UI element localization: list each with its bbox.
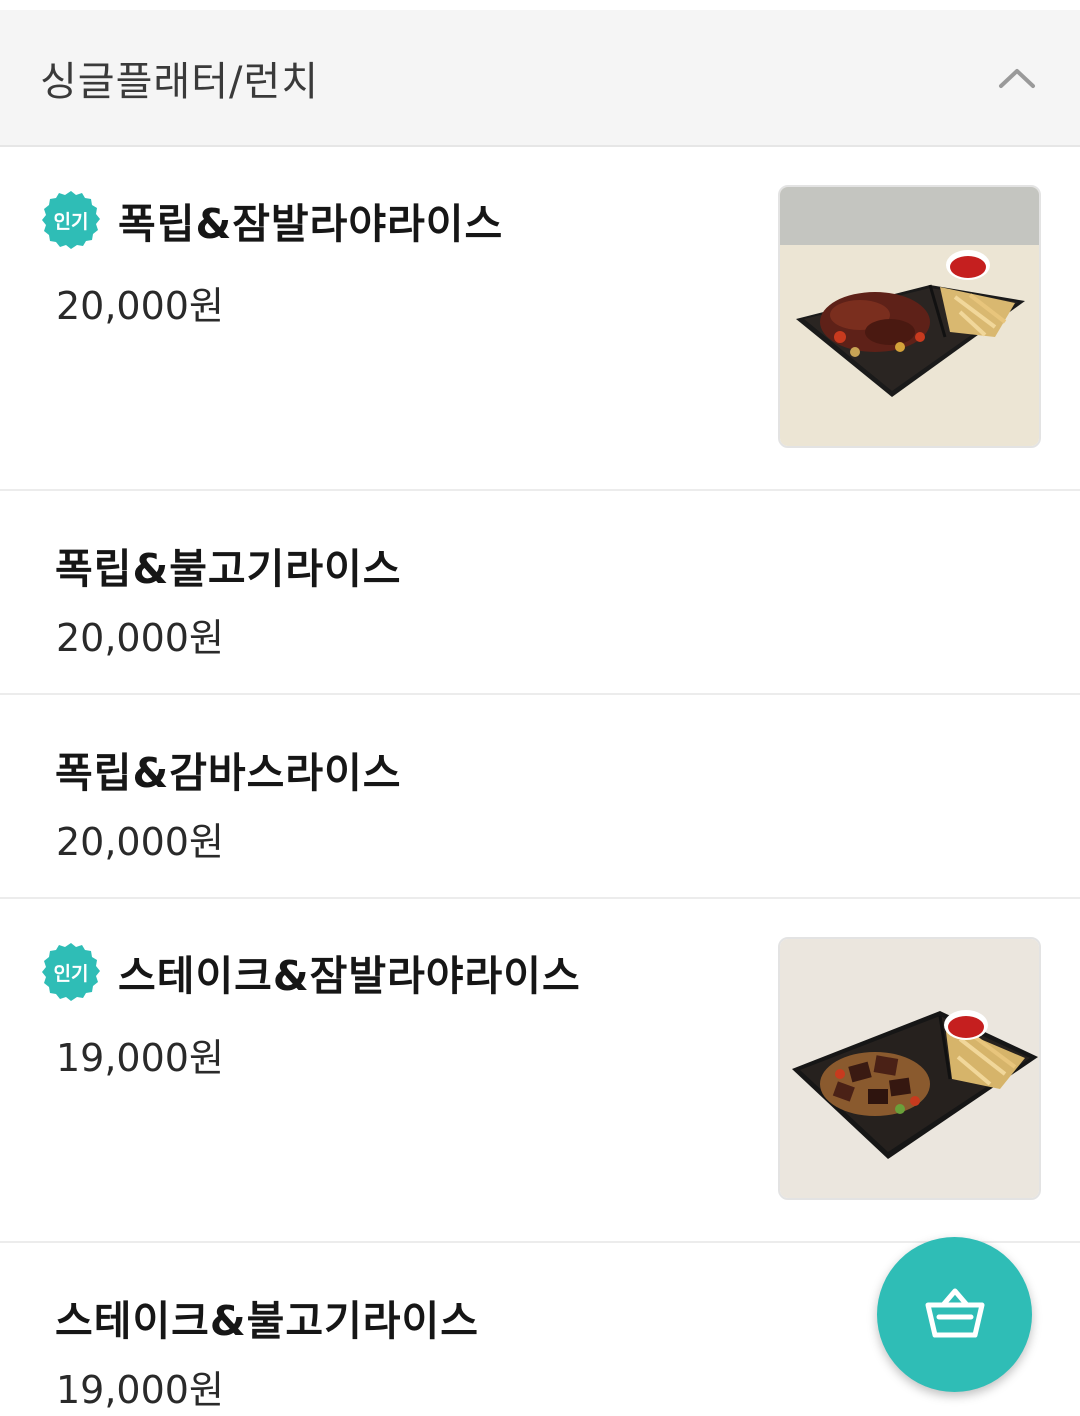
menu-item-name-row: 인기 폭립&잠발라야라이스 [40, 189, 503, 251]
chevron-up-icon[interactable] [994, 63, 1040, 93]
cart-button[interactable] [877, 1237, 1032, 1392]
badge-label: 인기 [53, 210, 89, 233]
menu-item[interactable]: 인기 폭립&잠발라야라이스 20,000원 [0, 147, 1080, 491]
menu-item-price: 20,000원 [56, 820, 224, 864]
menu-list: 인기 폭립&잠발라야라이스 20,000원 폭립&불고기라이스 20,000원 … [0, 147, 1080, 1416]
menu-item-price: 20,000원 [56, 284, 224, 328]
menu-item-photo[interactable] [778, 185, 1041, 448]
menu-item-name: 폭립&잠발라야라이스 [118, 200, 504, 248]
menu-item-name-row: 인기 스테이크&잠발라야라이스 [40, 941, 581, 1003]
menu-item-name-row: 폭립&불고기라이스 [55, 535, 402, 595]
menu-item-name: 폭립&감바스라이스 [55, 749, 402, 797]
menu-item-name: 스테이크&불고기라이스 [55, 1297, 479, 1345]
menu-item[interactable]: 폭립&불고기라이스 20,000원 [0, 491, 1080, 695]
category-title: 싱글플래터/런치 [40, 58, 320, 105]
menu-item-price: 19,000원 [56, 1036, 224, 1080]
menu-item-price: 19,000원 [56, 1368, 224, 1412]
basket-icon [923, 1285, 987, 1345]
popular-badge: 인기 [40, 941, 102, 1003]
top-gap [0, 0, 1080, 10]
menu-item-photo[interactable] [778, 937, 1041, 1200]
popular-badge: 인기 [40, 189, 102, 251]
menu-item-name-row: 폭립&감바스라이스 [55, 739, 402, 799]
menu-item[interactable]: 폭립&감바스라이스 20,000원 [0, 695, 1080, 899]
menu-item-name: 폭립&불고기라이스 [55, 545, 402, 593]
menu-item-name: 스테이크&잠발라야라이스 [118, 952, 581, 1000]
menu-item-name-row: 스테이크&불고기라이스 [55, 1287, 479, 1347]
category-header[interactable]: 싱글플래터/런치 [0, 10, 1080, 147]
menu-item[interactable]: 인기 스테이크&잠발라야라이스 19,000원 [0, 899, 1080, 1243]
menu-item-price: 20,000원 [56, 616, 224, 660]
badge-label: 인기 [53, 962, 89, 985]
